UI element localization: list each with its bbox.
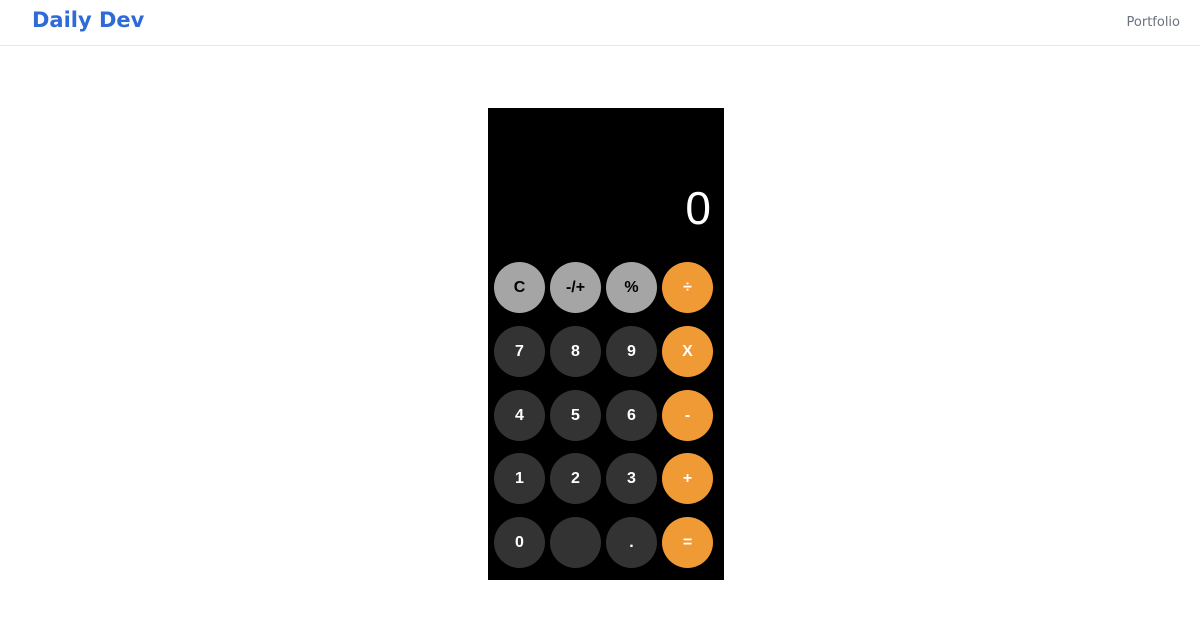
navbar: Daily Dev Portfolio [0, 0, 1200, 46]
nav-link-portfolio[interactable]: Portfolio [1127, 15, 1180, 30]
key-subtract-button[interactable]: - [662, 390, 713, 441]
calculator-display: 0 [685, 182, 711, 234]
key-negate-button[interactable]: -/+ [550, 262, 601, 313]
key-6-button[interactable]: 6 [606, 390, 657, 441]
key-clear-button[interactable]: C [494, 262, 545, 313]
key-percent-button[interactable]: % [606, 262, 657, 313]
key-7-button[interactable]: 7 [494, 326, 545, 377]
key-divide-button[interactable]: ÷ [662, 262, 713, 313]
key-2-button[interactable]: 2 [550, 453, 601, 504]
key-blank-button[interactable] [550, 517, 601, 568]
brand-logo[interactable]: Daily Dev [32, 8, 144, 32]
key-8-button[interactable]: 8 [550, 326, 601, 377]
key-9-button[interactable]: 9 [606, 326, 657, 377]
key-1-button[interactable]: 1 [494, 453, 545, 504]
key-0-button[interactable]: 0 [494, 517, 545, 568]
key-multiply-button[interactable]: X [662, 326, 713, 377]
calculator: 0 C -/+% ÷ 7 8 9 X 4 5 6- 1 2 3 +0. = [488, 108, 724, 580]
key-equals-button[interactable]: = [662, 517, 713, 568]
key-decimal-button[interactable]: . [606, 517, 657, 568]
key-4-button[interactable]: 4 [494, 390, 545, 441]
key-5-button[interactable]: 5 [550, 390, 601, 441]
key-add-button[interactable]: + [662, 453, 713, 504]
key-3-button[interactable]: 3 [606, 453, 657, 504]
